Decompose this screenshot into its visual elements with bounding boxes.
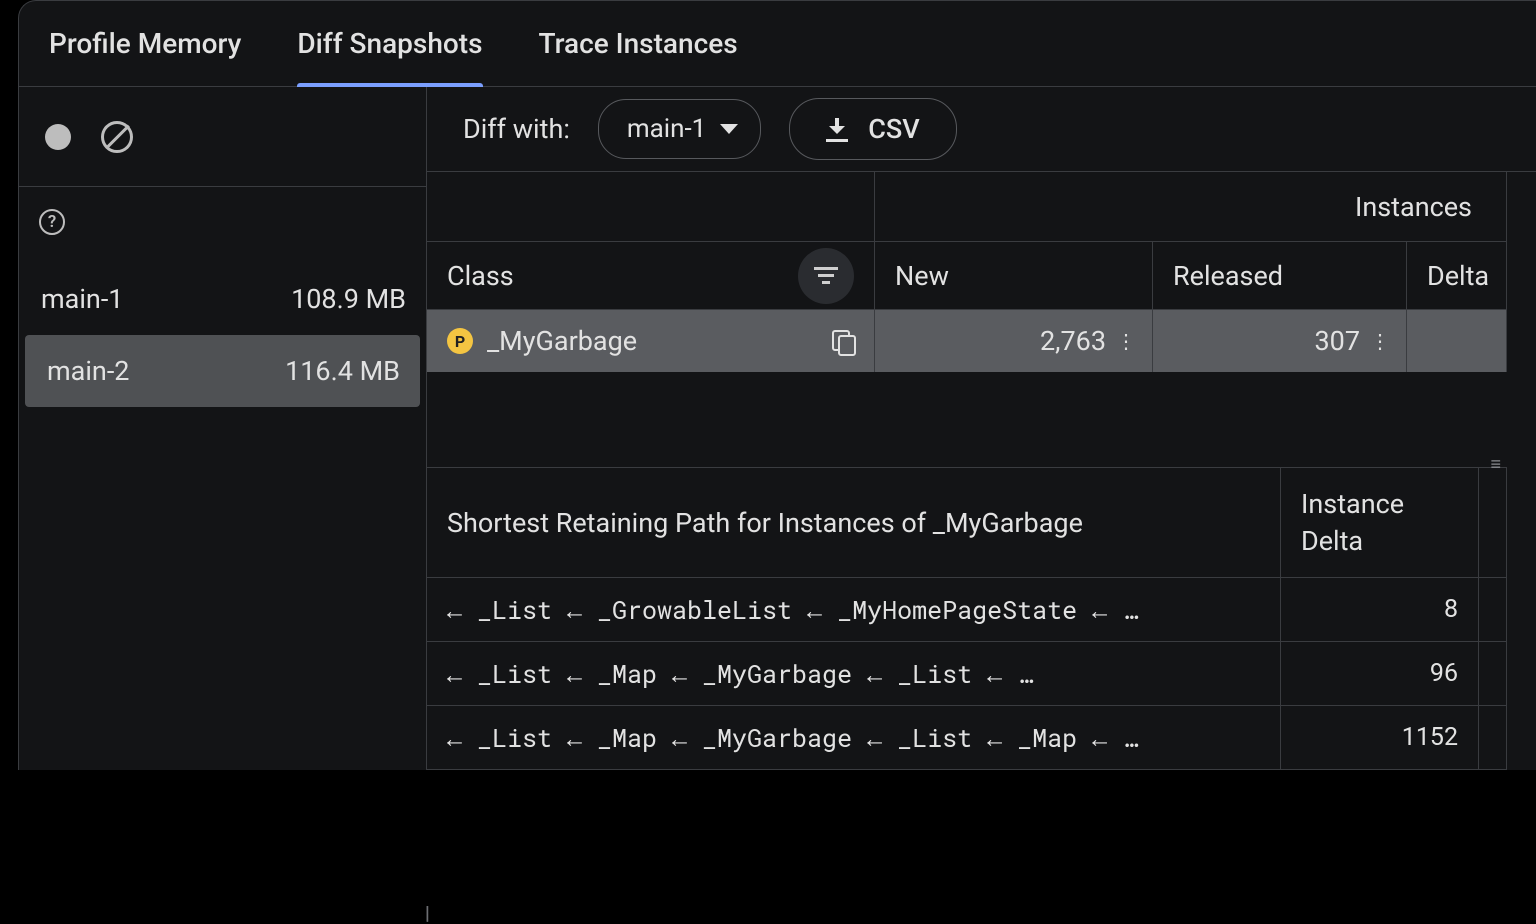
record-icon[interactable]: [45, 124, 71, 150]
retain-delta-cell: 8: [1281, 578, 1479, 642]
th-new[interactable]: New: [875, 242, 1153, 310]
snapshot-name: main-2: [41, 355, 129, 387]
class-cell[interactable]: P _MyGarbage: [427, 310, 875, 372]
new-cell[interactable]: 2,763: [875, 310, 1153, 372]
snapshot-row[interactable]: main-1 108.9 MB: [19, 263, 426, 335]
th-class[interactable]: Class: [427, 242, 875, 310]
memory-panel: Profile Memory Diff Snapshots Trace Inst…: [18, 0, 1536, 770]
released-cell[interactable]: 307: [1153, 310, 1407, 372]
diff-with-value: main-1: [627, 114, 706, 144]
th-empty: [427, 172, 875, 242]
export-csv-button[interactable]: CSV: [789, 98, 956, 160]
diff-toolbar: Diff with: main-1 CSV: [427, 87, 1536, 172]
retaining-path-table: Shortest Retaining Path for Instances of…: [427, 468, 1536, 770]
filter-icon: [814, 267, 838, 284]
diff-with-dropdown[interactable]: main-1: [598, 99, 761, 159]
copy-icon[interactable]: [832, 330, 854, 352]
csv-label: CSV: [868, 113, 919, 145]
diff-table: Instances Class New Released Delta P: [427, 172, 1536, 468]
clear-icon[interactable]: [101, 121, 133, 153]
tabs-bar: Profile Memory Diff Snapshots Trace Inst…: [19, 1, 1536, 87]
new-value: 2,763: [1040, 325, 1106, 357]
chevron-down-icon: [720, 124, 738, 134]
download-icon: [826, 118, 848, 140]
th-instances-group: Instances: [875, 172, 1507, 242]
snapshot-row[interactable]: main-2 116.4 MB: [25, 335, 420, 407]
th-instance-delta[interactable]: Instance Delta: [1281, 468, 1479, 578]
retain-clip: [1479, 642, 1507, 706]
retain-clip: [1479, 578, 1507, 642]
retain-delta-cell: 96: [1281, 642, 1479, 706]
table-spacer: ≡: [427, 372, 1507, 468]
class-name: _MyGarbage: [487, 325, 637, 357]
tab-profile-memory[interactable]: Profile Memory: [49, 1, 241, 86]
th-clip: [1479, 468, 1507, 578]
private-badge-icon: P: [447, 328, 473, 354]
retain-path-cell[interactable]: ← _List ← _GrowableList ← _MyHomePageSta…: [427, 578, 1281, 642]
more-icon[interactable]: [1116, 337, 1134, 345]
snapshot-name: main-1: [35, 283, 123, 315]
th-retain-path[interactable]: Shortest Retaining Path for Instances of…: [427, 468, 1281, 578]
th-class-label: Class: [447, 260, 514, 292]
snapshot-size: 108.9 MB: [291, 283, 410, 315]
diff-with-label: Diff with:: [463, 113, 570, 145]
delta-cell[interactable]: [1407, 310, 1507, 372]
diff-main: Diff with: main-1 CSV Instances: [427, 87, 1536, 770]
snapshot-size: 116.4 MB: [285, 355, 404, 387]
released-value: 307: [1314, 325, 1360, 357]
sidebar-toolbar: [19, 87, 426, 187]
tab-diff-snapshots[interactable]: Diff Snapshots: [297, 1, 482, 86]
th-released[interactable]: Released: [1153, 242, 1407, 310]
snapshot-sidebar: ? main-1 108.9 MB main-2 116.4 MB: [19, 87, 427, 770]
help-row: ?: [19, 187, 426, 263]
more-icon[interactable]: [1370, 337, 1388, 345]
retain-path-cell[interactable]: ← _List ← _Map ← _MyGarbage ← _List ← …: [427, 642, 1281, 706]
th-delta[interactable]: Delta: [1407, 242, 1507, 310]
retain-clip: [1479, 706, 1507, 770]
filter-button[interactable]: [798, 248, 854, 304]
retain-delta-cell: 1152: [1281, 706, 1479, 770]
retain-path-cell[interactable]: ← _List ← _Map ← _MyGarbage ← _List ← _M…: [427, 706, 1281, 770]
horizontal-resizer-icon[interactable]: ≡: [1490, 454, 1503, 475]
tab-trace-instances[interactable]: Trace Instances: [539, 1, 738, 86]
help-icon[interactable]: ?: [39, 209, 65, 235]
